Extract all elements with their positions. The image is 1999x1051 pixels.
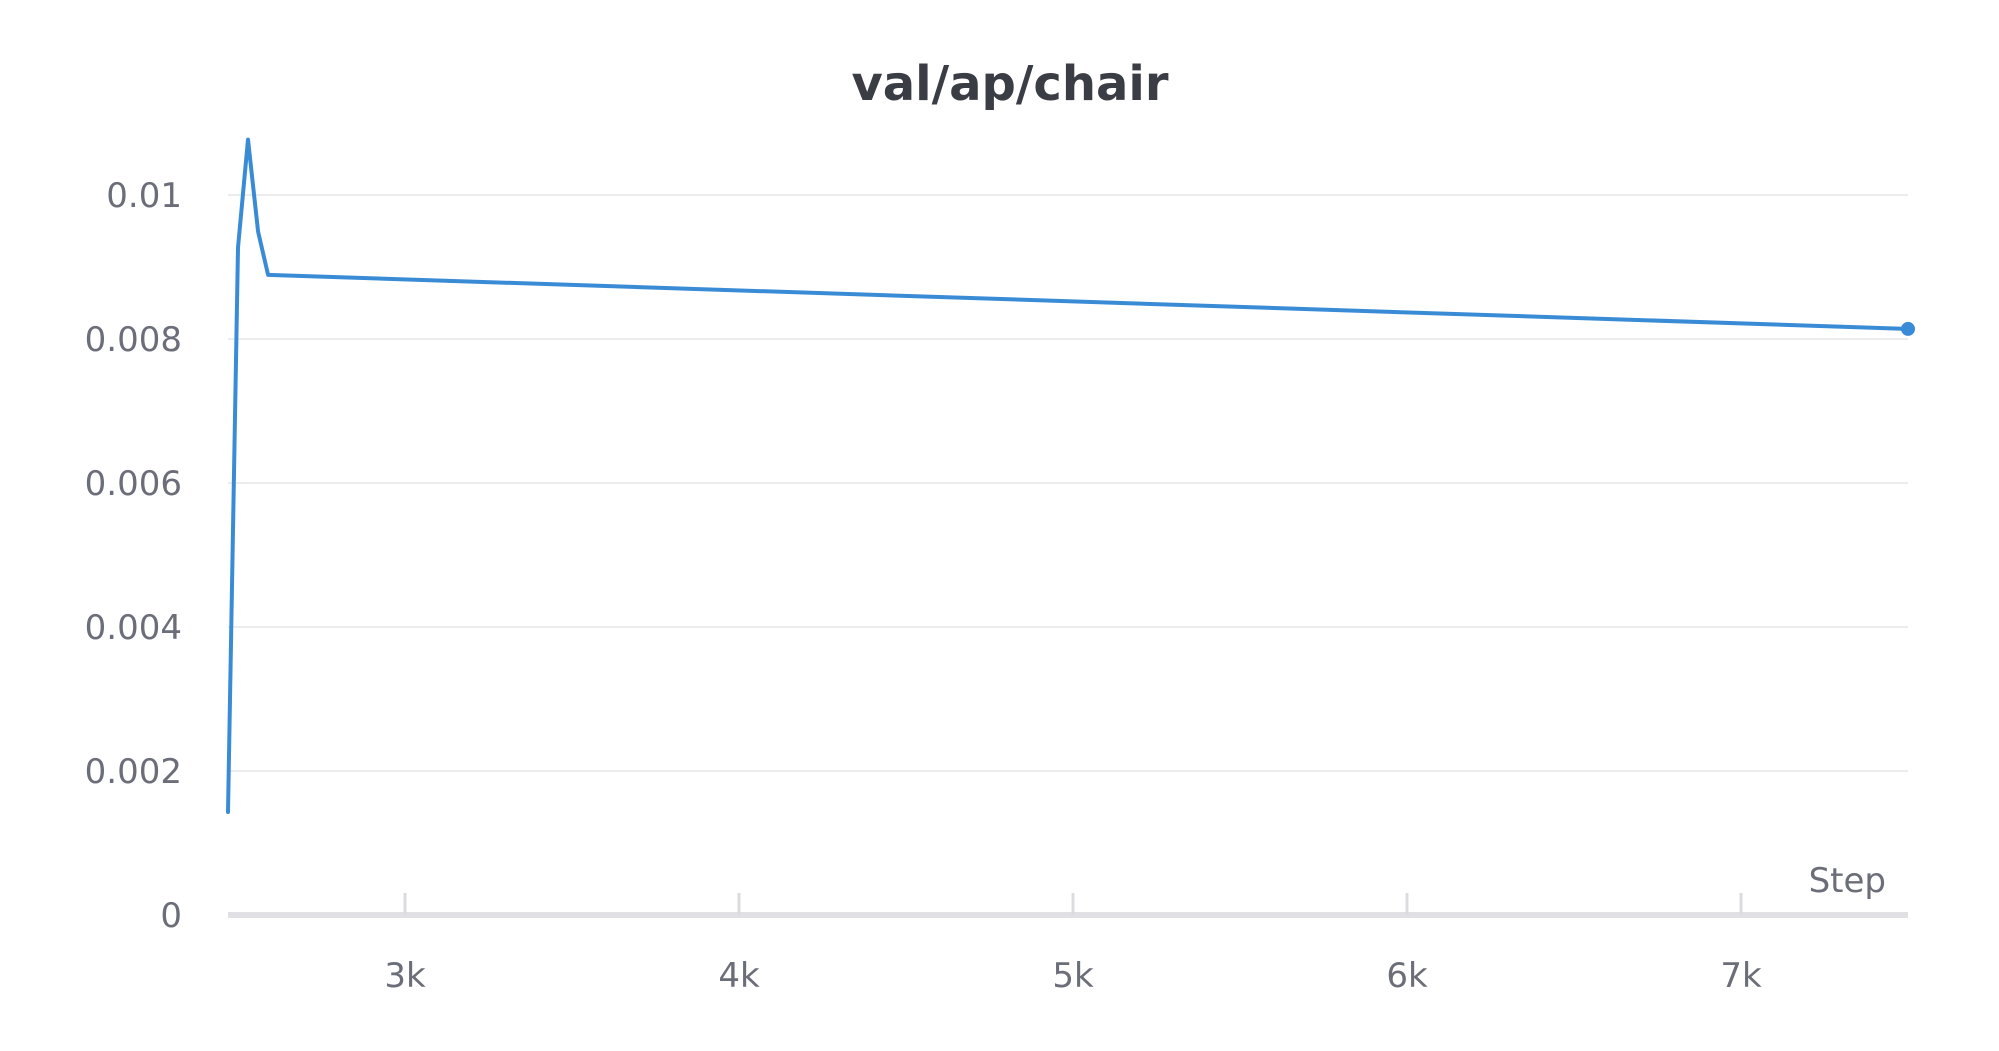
x-tick-label: 6k (1386, 956, 1428, 996)
x-axis: 3k 4k 5k 6k 7k (228, 893, 1908, 996)
y-tick-label: 0.006 (85, 464, 182, 504)
y-tick-label: 0.01 (106, 176, 182, 216)
y-tick-label: 0.002 (85, 752, 182, 792)
x-tick-label: 5k (1052, 956, 1094, 996)
series-line (226, 137, 1910, 814)
series-end-point (1901, 321, 1915, 336)
x-axis-label: Step (1809, 861, 1886, 901)
y-tick-label: 0.004 (85, 608, 182, 648)
x-tick-label: 7k (1720, 956, 1762, 996)
line-chart: val/ap/chair 0 0.002 0.004 0.006 0.008 0.01 3… (85, 56, 1915, 996)
series-layer (226, 137, 1915, 814)
y-tick-label: 0.008 (85, 320, 182, 360)
chart-title: val/ap/chair (851, 56, 1168, 112)
y-tick-label: 0 (160, 896, 182, 936)
y-axis: 0 0.002 0.004 0.006 0.008 0.01 (85, 176, 182, 936)
x-tick-label: 3k (384, 956, 426, 996)
x-tick-label: 4k (718, 956, 760, 996)
